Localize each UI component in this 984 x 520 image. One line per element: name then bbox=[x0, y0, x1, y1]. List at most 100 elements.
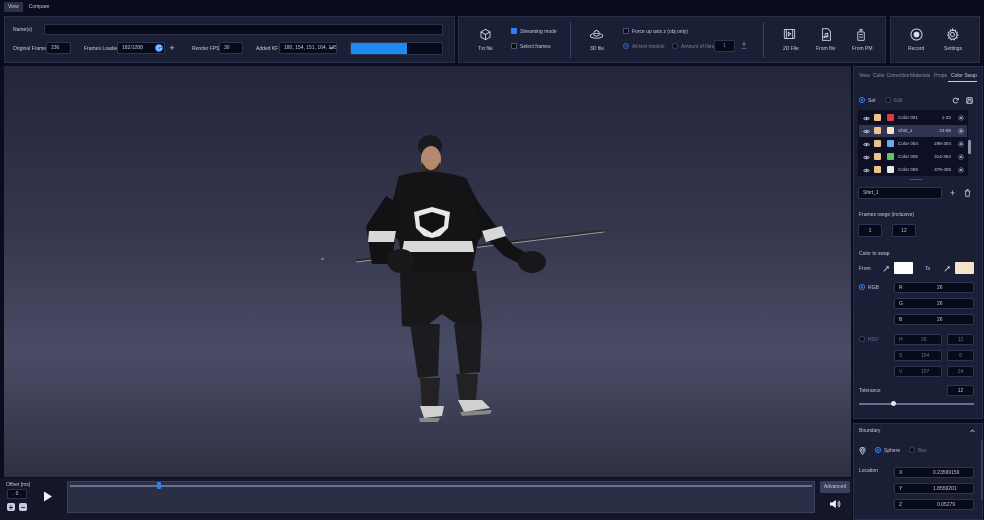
gear-icon[interactable] bbox=[957, 140, 965, 148]
volume-icon[interactable] bbox=[828, 498, 842, 510]
target-color-swatch[interactable] bbox=[887, 114, 894, 121]
select-frames-checkbox[interactable] bbox=[511, 43, 517, 49]
timeline-track[interactable] bbox=[67, 481, 815, 513]
h-input[interactable]: H 26 bbox=[894, 334, 942, 345]
eye-icon[interactable] bbox=[863, 141, 870, 147]
v-tolerance-input[interactable]: 24 bbox=[947, 366, 974, 377]
eyedropper-icon[interactable] bbox=[943, 264, 951, 272]
color-list-item[interactable]: Color 005 314-364 bbox=[859, 151, 967, 163]
rgb-radio[interactable] bbox=[859, 284, 865, 290]
offset-input[interactable]: ‹ 0 › bbox=[7, 489, 27, 499]
names-input[interactable] bbox=[44, 24, 443, 35]
eye-icon[interactable] bbox=[863, 128, 870, 134]
amount-of-files-input[interactable]: 1 bbox=[714, 40, 735, 52]
force-up-axis-checkbox[interactable] bbox=[623, 28, 629, 34]
all-text-models-radio[interactable] bbox=[623, 43, 629, 49]
tab-compare[interactable]: Compare bbox=[25, 2, 54, 12]
g-input[interactable]: G 26 bbox=[894, 298, 974, 309]
tolerance-input[interactable]: 12 bbox=[947, 385, 974, 396]
to-color-swatch[interactable] bbox=[955, 262, 974, 274]
location-x-input[interactable]: X 0.23599159 bbox=[894, 467, 974, 478]
eye-icon[interactable] bbox=[863, 167, 870, 173]
timeline-playhead[interactable] bbox=[157, 482, 162, 489]
color-name-input[interactable]: Shirt_1 bbox=[858, 187, 942, 199]
offset-decrement-icon[interactable]: ‹ bbox=[12, 492, 13, 497]
3d-viewport[interactable] bbox=[4, 66, 851, 477]
add-color-icon[interactable]: + bbox=[948, 188, 957, 198]
chevron-up-icon[interactable] bbox=[969, 428, 976, 434]
trash-icon[interactable] bbox=[963, 188, 972, 198]
tab-view[interactable]: View bbox=[4, 2, 23, 12]
hsv-radio[interactable] bbox=[859, 336, 865, 342]
gear-icon[interactable] bbox=[957, 127, 965, 135]
refresh-icon[interactable] bbox=[155, 44, 163, 52]
rp-tab-materials[interactable]: Materials bbox=[910, 73, 930, 79]
advanced-button[interactable]: Advanced bbox=[820, 481, 850, 493]
box-radio[interactable] bbox=[909, 447, 915, 453]
color-list-item[interactable]: Color 004 298-304 bbox=[859, 138, 967, 150]
play-icon[interactable] bbox=[42, 490, 54, 502]
list-resize-handle[interactable] bbox=[910, 179, 922, 180]
source-color-swatch[interactable] bbox=[874, 140, 881, 147]
gear-icon[interactable] bbox=[945, 27, 959, 41]
from-color-swatch[interactable] bbox=[894, 262, 913, 274]
eyedropper-icon[interactable] bbox=[882, 264, 890, 272]
r-input[interactable]: R 26 bbox=[894, 282, 974, 293]
list-scrollbar-thumb[interactable] bbox=[968, 140, 971, 154]
panel-scrollbar[interactable] bbox=[981, 440, 983, 500]
b-input[interactable]: B 26 bbox=[894, 314, 974, 325]
from-file-icon[interactable] bbox=[819, 27, 833, 41]
frames-from-input[interactable]: 1 bbox=[858, 224, 882, 237]
tolerance-slider[interactable] bbox=[859, 403, 974, 405]
color-list-item[interactable]: Color 008 379-405 bbox=[859, 164, 967, 176]
add-icon[interactable]: + bbox=[168, 43, 176, 53]
eye-icon[interactable] bbox=[863, 115, 870, 121]
sphere-radio[interactable] bbox=[875, 447, 881, 453]
record-icon[interactable] bbox=[909, 27, 923, 41]
from-pm-icon[interactable] bbox=[854, 27, 868, 41]
rp-tab-color-swap[interactable]: Color Swap bbox=[951, 73, 977, 79]
source-color-swatch[interactable] bbox=[874, 114, 881, 121]
rp-tab-color-correction[interactable]: Color Correction bbox=[873, 73, 909, 79]
target-color-swatch[interactable] bbox=[887, 127, 894, 134]
target-color-swatch[interactable] bbox=[887, 140, 894, 147]
3d-file-icon[interactable] bbox=[588, 27, 604, 41]
s-input[interactable]: S 154 bbox=[894, 350, 942, 361]
render-fps-input[interactable]: 30 bbox=[219, 42, 243, 54]
rp-tab-props[interactable]: Props bbox=[934, 73, 947, 79]
gear-icon[interactable] bbox=[957, 114, 965, 122]
original-frame-input[interactable]: 236 bbox=[46, 42, 71, 54]
eye-icon[interactable] bbox=[863, 154, 870, 160]
save-icon[interactable] bbox=[965, 96, 973, 104]
offset-increment-icon[interactable]: › bbox=[20, 492, 21, 497]
target-color-swatch[interactable] bbox=[887, 166, 894, 173]
target-color-swatch[interactable] bbox=[887, 153, 894, 160]
gear-icon[interactable] bbox=[957, 153, 965, 161]
color-list-item[interactable]: Shirt_1 24-85 bbox=[859, 125, 967, 137]
h-tolerance-input[interactable]: 12 bbox=[947, 334, 974, 345]
zoom-out-button[interactable]: − bbox=[19, 503, 27, 512]
amount-of-files-radio[interactable] bbox=[672, 43, 678, 49]
s-tolerance-input[interactable]: 8 bbox=[947, 350, 974, 361]
timeline-scrub-line[interactable] bbox=[70, 485, 812, 487]
location-y-input[interactable]: Y 1.8559201 bbox=[894, 483, 974, 494]
set-radio[interactable] bbox=[859, 97, 865, 103]
location-z-input[interactable]: Z 0.05279 bbox=[894, 499, 974, 510]
source-color-swatch[interactable] bbox=[874, 153, 881, 160]
source-color-swatch[interactable] bbox=[874, 127, 881, 134]
2d-file-icon[interactable] bbox=[782, 27, 796, 41]
streaming-mode-checkbox[interactable] bbox=[511, 28, 517, 34]
gear-icon[interactable] bbox=[957, 166, 965, 174]
edit-radio[interactable] bbox=[885, 97, 891, 103]
color-list-item[interactable]: Color 001 1-23 bbox=[859, 112, 967, 124]
list-scrollbar[interactable] bbox=[968, 110, 971, 176]
v-input[interactable]: V 107 bbox=[894, 366, 942, 377]
txt-file-icon[interactable] bbox=[478, 27, 492, 41]
frames-to-input[interactable]: 12 bbox=[892, 224, 916, 237]
rp-tab-view[interactable]: View bbox=[859, 73, 870, 79]
reload-icon[interactable] bbox=[951, 96, 959, 104]
upload-icon[interactable] bbox=[740, 41, 748, 50]
zoom-in-button[interactable]: + bbox=[7, 503, 15, 512]
tolerance-slider-knob[interactable] bbox=[891, 401, 896, 406]
source-color-swatch[interactable] bbox=[874, 166, 881, 173]
